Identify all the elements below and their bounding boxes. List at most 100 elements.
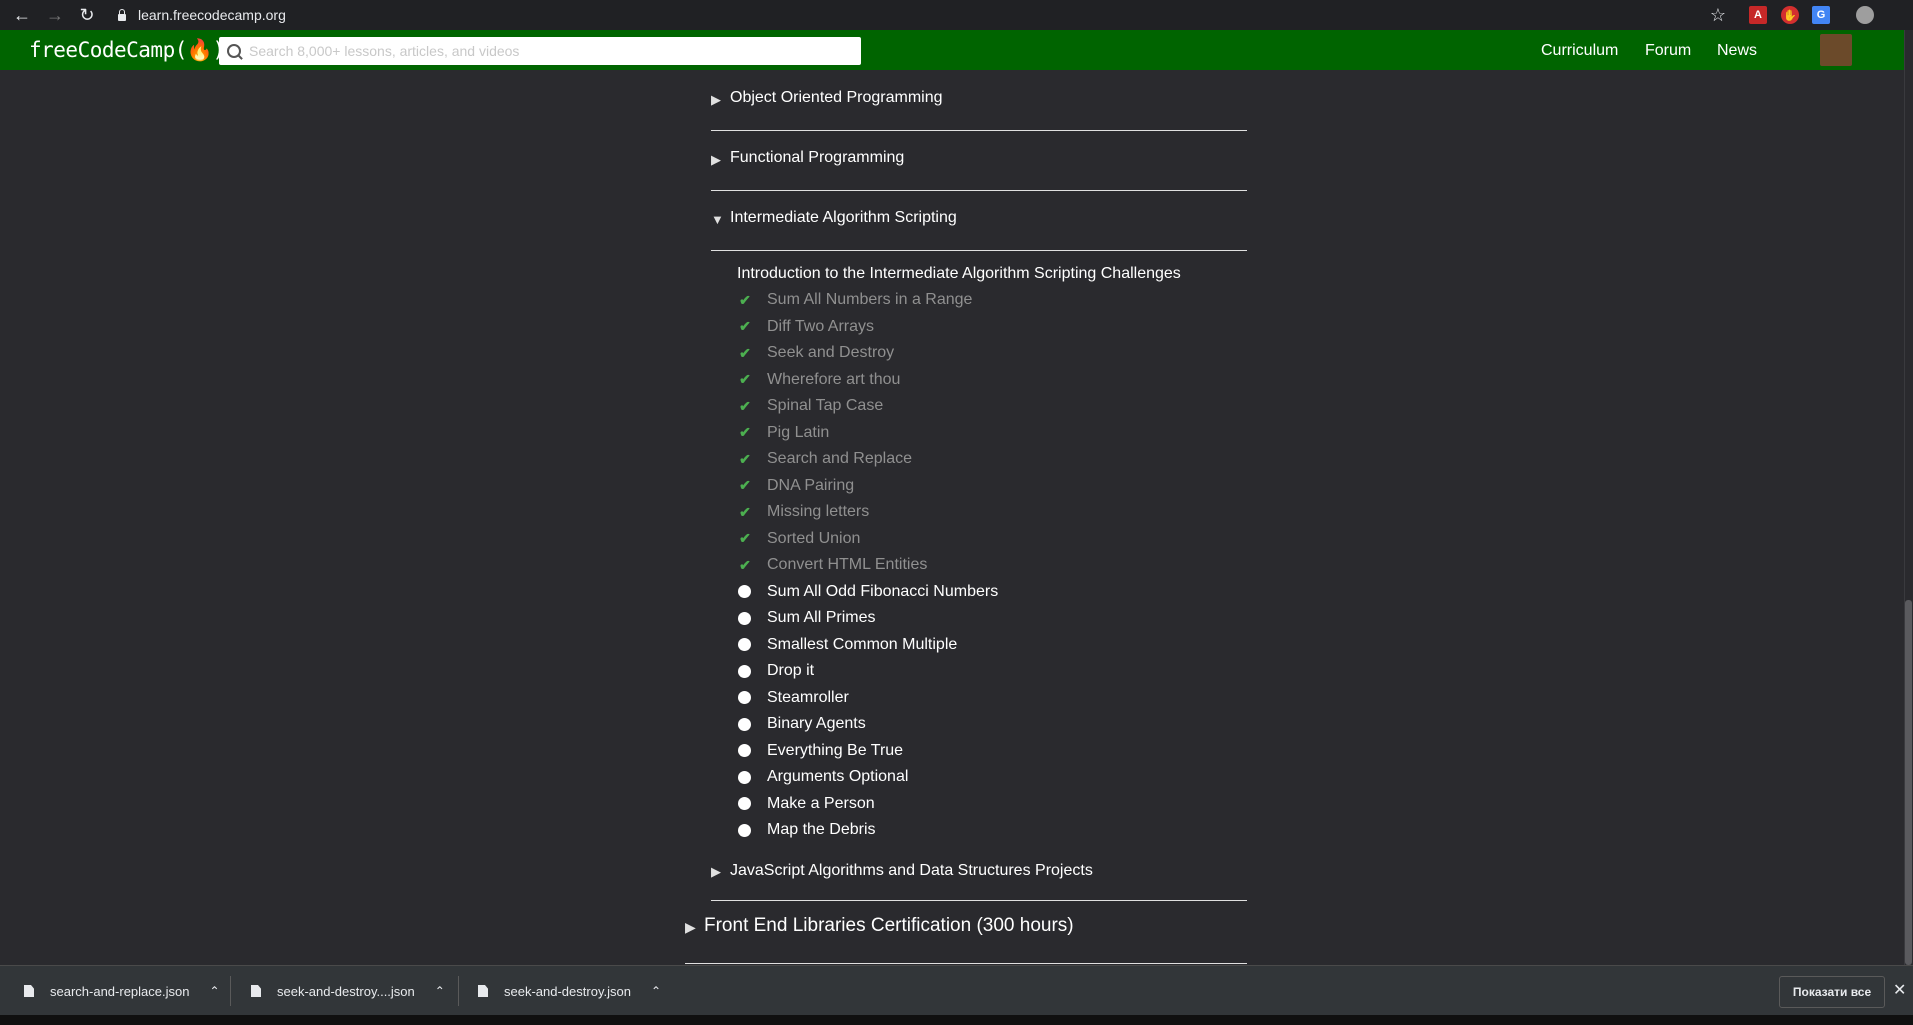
challenge-item[interactable]: ✔ DNA Pairing <box>737 473 1187 499</box>
block-functional-programming[interactable]: ▶ Functional Programming <box>711 130 1247 191</box>
file-icon <box>24 985 34 997</box>
file-icon <box>478 985 488 997</box>
challenge-item[interactable]: ✔ Convert HTML Entities <box>737 552 1187 578</box>
caret-right-icon: ▶ <box>711 92 721 107</box>
user-avatar[interactable] <box>1820 34 1852 66</box>
incomplete-circle-icon <box>738 717 751 731</box>
incomplete-circle-icon <box>738 823 751 837</box>
challenge-item[interactable]: ✔ Sum All Numbers in a Range <box>737 287 1187 313</box>
nav-news-link[interactable]: News <box>1717 42 1757 60</box>
os-taskbar <box>0 1015 1913 1025</box>
checkmark-icon: ✔ <box>739 291 751 308</box>
forward-arrow-icon[interactable]: → <box>40 0 70 30</box>
challenge-item[interactable]: Everything Be True <box>737 738 1187 764</box>
chevron-up-icon[interactable]: ⌃ <box>209 984 219 998</box>
caret-right-icon: ▶ <box>711 152 721 167</box>
incomplete-circle-icon <box>738 638 751 651</box>
challenge-title: DNA Pairing <box>767 476 855 494</box>
download-filename: search-and-replace.json <box>50 983 190 999</box>
download-filename: seek-and-destroy.json <box>504 983 631 999</box>
site-logo[interactable]: freeCodeCamp(🔥) <box>29 38 225 63</box>
download-item[interactable]: seek-and-destroy.json ⌃ <box>478 966 661 1016</box>
checkmark-icon: ✔ <box>739 371 751 387</box>
challenge-title: Spinal Tap Case <box>767 397 884 414</box>
challenge-title: Everything Be True <box>767 741 904 759</box>
challenge-item[interactable]: Sum All Primes <box>737 605 1187 631</box>
challenge-item[interactable]: Make a Person <box>737 791 1187 817</box>
challenge-item[interactable]: Steamroller <box>737 685 1187 711</box>
block-javascript-projects[interactable]: ▶ JavaScript Algorithms and Data Structu… <box>711 840 1247 901</box>
file-icon <box>251 985 261 997</box>
challenge-title: Sorted Union <box>767 529 861 547</box>
challenge-title: Convert HTML Entities <box>767 556 928 573</box>
nav-forum-link[interactable]: Forum <box>1645 42 1691 60</box>
search-input[interactable] <box>247 42 851 60</box>
divider <box>458 976 459 1006</box>
caret-right-icon: ▶ <box>685 919 696 935</box>
lock-icon <box>118 8 126 21</box>
site-header: freeCodeCamp(🔥) Curriculum Forum News <box>0 30 1905 70</box>
checkmark-icon: ✔ <box>739 530 751 546</box>
scrollbar-thumb[interactable] <box>1905 600 1912 965</box>
challenge-item[interactable]: ✔ Spinal Tap Case <box>737 393 1187 419</box>
block-intermediate-algorithm-scripting[interactable]: ▼ Intermediate Algorithm Scripting <box>711 190 1247 251</box>
block-object-oriented-programming[interactable]: ▶ Object Oriented Programming <box>711 70 1247 131</box>
divider <box>230 976 231 1006</box>
back-arrow-icon[interactable]: ← <box>7 0 37 30</box>
checkmark-icon: ✔ <box>739 477 751 493</box>
challenge-item[interactable]: ✔ Seek and Destroy <box>737 340 1187 366</box>
download-item[interactable]: search-and-replace.json ⌃ <box>24 966 220 1016</box>
checkmark-icon: ✔ <box>739 503 751 520</box>
caret-down-icon: ▼ <box>711 212 724 227</box>
challenge-title: Sum All Odd Fibonacci Numbers <box>767 582 999 600</box>
download-filename: seek-and-destroy....json <box>277 983 415 999</box>
downloads-shelf: search-and-replace.json ⌃ seek-and-destr… <box>0 965 1913 1016</box>
adblock-extension-icon[interactable]: ✋ <box>1781 6 1799 24</box>
challenge-title: Missing letters <box>767 503 870 520</box>
nav-curriculum-link[interactable]: Curriculum <box>1541 42 1618 60</box>
challenge-title: Sum All Primes <box>767 609 876 626</box>
reload-icon[interactable]: ↻ <box>72 0 102 30</box>
checkmark-icon: ✔ <box>739 344 751 361</box>
url-text: learn.freecodecamp.org <box>138 7 286 23</box>
challenge-item[interactable]: Sum All Odd Fibonacci Numbers <box>737 579 1187 605</box>
challenge-title: Smallest Common Multiple <box>767 635 958 653</box>
challenge-item[interactable]: ✔ Wherefore art thou <box>737 367 1187 393</box>
challenge-title: Wherefore art thou <box>767 370 901 388</box>
challenge-item[interactable]: ✔ Diff Two Arrays <box>737 314 1187 340</box>
show-all-downloads-button[interactable]: Показати все <box>1779 976 1885 1008</box>
challenge-item[interactable]: Drop it <box>737 658 1187 684</box>
chevron-up-icon[interactable]: ⌃ <box>435 984 445 998</box>
translate-extension-icon[interactable]: G <box>1812 6 1830 24</box>
incomplete-circle-icon <box>738 770 751 784</box>
challenge-title: Sum All Numbers in a Range <box>767 291 973 308</box>
intro-challenge-link[interactable]: Introduction to the Intermediate Algorit… <box>737 265 1181 283</box>
challenge-item[interactable]: ✔ Pig Latin <box>737 420 1187 446</box>
close-icon[interactable]: ✕ <box>1893 980 1906 1000</box>
download-item[interactable]: seek-and-destroy....json ⌃ <box>251 966 445 1016</box>
checkmark-icon: ✔ <box>739 318 751 334</box>
chevron-up-icon[interactable]: ⌃ <box>651 984 661 998</box>
challenge-item[interactable]: ✔ Missing letters <box>737 499 1187 525</box>
bookmark-star-icon[interactable]: ☆ <box>1703 0 1733 30</box>
pdf-extension-icon[interactable]: A <box>1749 6 1767 24</box>
challenge-item[interactable]: Arguments Optional <box>737 764 1187 790</box>
challenge-item[interactable]: Binary Agents <box>737 711 1187 737</box>
certification-front-end-libraries[interactable]: ▶ Front End Libraries Certification (300… <box>685 895 1247 964</box>
address-bar[interactable]: learn.freecodecamp.org <box>118 5 286 25</box>
challenge-title: Binary Agents <box>767 715 866 732</box>
incomplete-circle-icon <box>738 611 751 625</box>
challenge-title: Make a Person <box>767 794 875 812</box>
certification-label: Front End Libraries Certification (300 h… <box>704 915 1074 936</box>
checkmark-icon: ✔ <box>739 556 751 573</box>
challenge-item[interactable]: ✔ Search and Replace <box>737 446 1187 472</box>
search-bar[interactable] <box>219 37 861 65</box>
incomplete-circle-icon <box>738 691 751 704</box>
challenge-item[interactable]: ✔ Sorted Union <box>737 526 1187 552</box>
challenge-item[interactable]: Smallest Common Multiple <box>737 632 1187 658</box>
checkmark-icon: ✔ <box>739 397 751 414</box>
block-label: Object Oriented Programming <box>730 89 943 106</box>
caret-right-icon: ▶ <box>711 864 721 879</box>
profile-avatar-icon[interactable] <box>1856 6 1874 24</box>
block-label: JavaScript Algorithms and Data Structure… <box>730 862 1093 879</box>
